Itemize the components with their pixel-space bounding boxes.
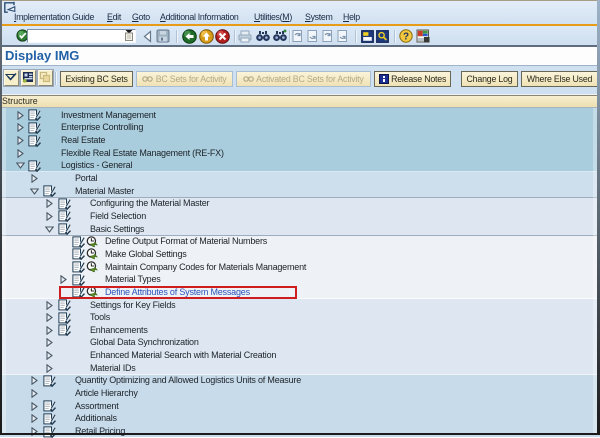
svg-text:?: ? (403, 32, 409, 43)
